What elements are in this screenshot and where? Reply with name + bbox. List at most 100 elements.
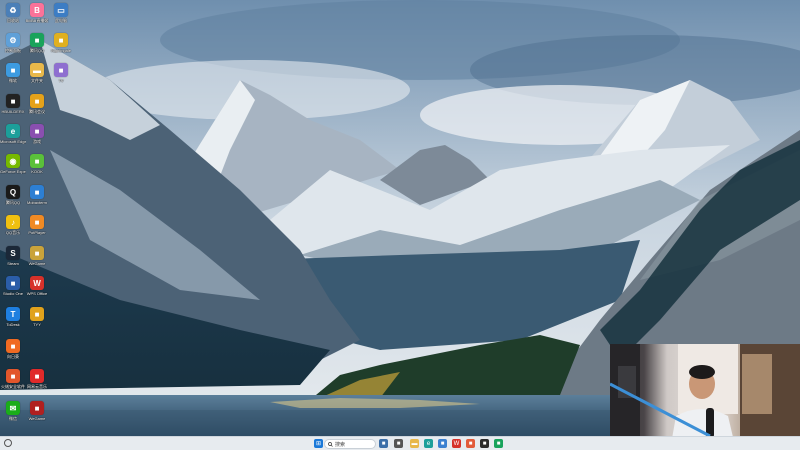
webcam-overlay xyxy=(610,344,800,450)
desktop-icon-label: QQ音乐 xyxy=(5,230,21,235)
app-icon: ■ xyxy=(6,276,20,290)
desktop-icon[interactable]: ♪ QQ音乐 xyxy=(1,215,25,243)
desktop-icon-label: 微软 xyxy=(9,78,17,83)
desktop-icon[interactable]: ✉ 微信 xyxy=(1,401,25,429)
app-icon: ■ xyxy=(30,124,44,138)
desktop-icon[interactable]: ◉GeForce Experience xyxy=(0,154,26,182)
webcam-person-image xyxy=(610,344,800,450)
wechat-icon: ✉ xyxy=(6,401,20,415)
desktop-icon[interactable]: ■ 向日葵 xyxy=(1,339,25,367)
desktop-icon[interactable]: ■ 火绒安全软件 xyxy=(1,369,25,397)
desktop-icon-label: Microsoft Edge xyxy=(0,139,26,144)
app-icon: ■ xyxy=(30,94,44,108)
taskbar-app-4[interactable]: e xyxy=(424,439,433,448)
desktop-icon[interactable]: S Steam xyxy=(1,246,25,274)
taskbar-app-5[interactable]: ■ xyxy=(438,439,447,448)
desktop-icon[interactable]: ♻ 回收站 xyxy=(1,3,25,31)
desktop-icon[interactable]: ■ 腾讯会议 xyxy=(25,94,49,122)
app-icon: ■ xyxy=(6,339,20,353)
desktop-icon-label: BiliBili直播姬 xyxy=(25,18,49,23)
search-icon xyxy=(328,441,333,447)
desktop-icon[interactable]: ■ 微软 xyxy=(1,63,25,91)
desktop-icon-label: Studio One xyxy=(2,291,23,296)
desktop-icon-label: Nightingale xyxy=(50,48,71,53)
computer-icon: ▭ xyxy=(54,3,68,17)
desktop-icon-label: TV xyxy=(58,78,64,83)
desktop-icon[interactable]: T ToDesk xyxy=(1,307,25,335)
widgets-icon[interactable] xyxy=(4,439,12,447)
taskbar-app-9[interactable]: ■ xyxy=(494,439,503,448)
taskbar-app-3[interactable]: ▬ xyxy=(410,439,419,448)
wps-icon: W xyxy=(453,440,460,447)
desktop-icon-label: 腾讯QQ xyxy=(5,200,21,205)
control-panel-icon: ⚙ xyxy=(6,33,20,47)
app-icon: ■ xyxy=(6,369,20,383)
taskbar: 搜索 ⊞ ■ ■ ▬ e ■ W ■ ■ ■ xyxy=(0,436,800,450)
desktop-icon-label: Mobaxterm xyxy=(26,200,47,205)
desktop-icon[interactable]: ■ KOOK xyxy=(25,154,49,182)
desktop-icon[interactable]: ■ WeGame xyxy=(25,246,49,274)
desktop-icon[interactable]: B BiliBili直播姬 xyxy=(25,3,49,31)
app-icon: ■ xyxy=(440,440,445,447)
desktop-icon-label: 网易云音乐 xyxy=(27,384,47,389)
desktop-icon[interactable]: ■ Mobaxterm xyxy=(25,185,49,213)
app-icon: ■ xyxy=(496,440,501,447)
windows-icon: ⊞ xyxy=(315,441,322,447)
app-icon: ■ xyxy=(54,63,68,77)
bilibili-icon: B xyxy=(30,3,44,17)
desktop-icon[interactable]: ▭ 此电脑 xyxy=(49,3,73,31)
desktop-icon[interactable]: ■ Nightingale xyxy=(49,33,73,61)
music-icon: ♪ xyxy=(6,215,20,229)
desktop-icon[interactable]: ■ TV xyxy=(49,63,73,91)
app-icon: ■ xyxy=(30,246,44,260)
app-icon: ■ xyxy=(396,440,401,447)
app-icon: ■ xyxy=(482,440,487,447)
desktop-icon[interactable]: ■ 腾讯QQ xyxy=(25,33,49,61)
desktop-icon-label: 游戏 xyxy=(33,139,41,144)
app-icon: ■ xyxy=(30,185,44,199)
desktop-icon-label: 文件夹 xyxy=(31,78,43,83)
desktop-icon-label: 控制面板 xyxy=(5,48,21,53)
taskbar-app-6[interactable]: W xyxy=(452,439,461,448)
desktop-icon[interactable]: ■ HBUILDERX xyxy=(1,94,25,122)
app-icon: ■ xyxy=(30,215,44,229)
desktop-icon[interactable]: W WPS Office xyxy=(25,276,49,304)
todesk-icon: T xyxy=(6,307,20,321)
desktop-icon[interactable]: ■ PotPlayer xyxy=(25,215,49,243)
desktop-icon-label: HBUILDERX xyxy=(1,109,25,114)
taskbar-app-1[interactable]: ■ xyxy=(379,439,388,448)
desktop-icon-label: PotPlayer xyxy=(28,230,46,235)
app-icon: ■ xyxy=(30,154,44,168)
desktop-icon[interactable]: ■ Studio One xyxy=(1,276,25,304)
desktop-icon-label: 火绒安全软件 xyxy=(1,384,25,389)
edge-icon: e xyxy=(6,124,20,138)
desktop-icon[interactable]: Q 腾讯QQ xyxy=(1,185,25,213)
desktop-icon-label: KOOK xyxy=(31,169,43,174)
app-icon: ■ xyxy=(30,369,44,383)
desktop-icon[interactable]: ■ 网易云音乐 xyxy=(25,369,49,397)
app-icon: ■ xyxy=(30,33,44,47)
app-icon: ■ xyxy=(30,307,44,321)
desktop-icon-label: GeForce Experience xyxy=(0,169,26,174)
taskbar-app-8[interactable]: ■ xyxy=(480,439,489,448)
desktop-icon-label: 回收站 xyxy=(7,18,19,23)
desktop-icon[interactable]: ■ WeGame xyxy=(25,401,49,429)
desktop-icon[interactable]: ■ 游戏 xyxy=(25,124,49,152)
nvidia-icon: ◉ xyxy=(6,154,20,168)
taskbar-search-box[interactable]: 搜索 xyxy=(324,439,376,449)
desktop-icon-label: Steam xyxy=(7,261,19,266)
recycle-bin-icon: ♻ xyxy=(6,3,20,17)
taskbar-app-7[interactable]: ■ xyxy=(466,439,475,448)
desktop-icon[interactable]: ▬ 文件夹 xyxy=(25,63,49,91)
start-button[interactable]: ⊞ xyxy=(314,439,323,448)
app-icon: ■ xyxy=(30,401,44,415)
desktop-icon-label: TYY xyxy=(33,322,41,327)
app-icon: ■ xyxy=(381,440,386,447)
desktop-icon[interactable]: ⚙ 控制面板 xyxy=(1,33,25,61)
desktop-icon[interactable]: e Microsoft Edge xyxy=(0,124,26,152)
desktop-icon[interactable]: ■ TYY xyxy=(25,307,49,335)
edge-icon: e xyxy=(426,440,431,447)
qq-icon: Q xyxy=(6,185,20,199)
desktop-icon-label: 腾讯会议 xyxy=(29,109,45,114)
taskbar-app-2[interactable]: ■ xyxy=(394,439,403,448)
